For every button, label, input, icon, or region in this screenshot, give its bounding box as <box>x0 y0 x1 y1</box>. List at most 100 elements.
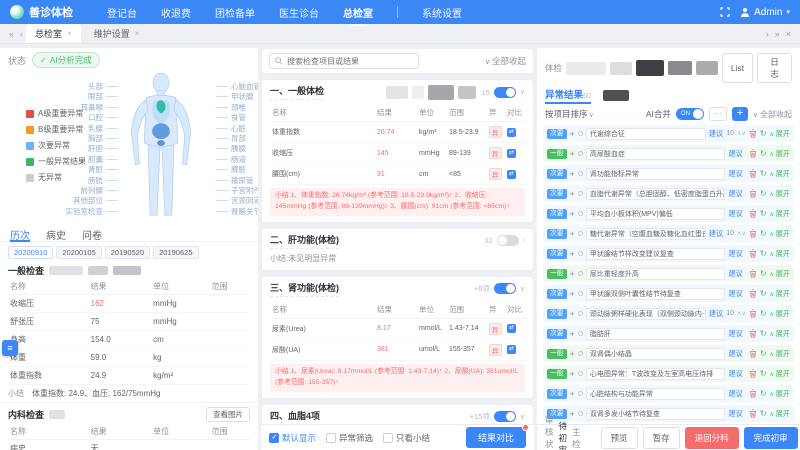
table-row[interactable]: 病史 无 <box>8 440 250 450</box>
expand-link[interactable]: 展开 <box>770 329 790 339</box>
table-row[interactable]: 身高 154.0 cm <box>8 331 250 349</box>
table-row[interactable]: 体重 59.0 kg <box>8 349 250 367</box>
add-icon[interactable] <box>570 249 575 259</box>
body-part-label[interactable]: 肠道 <box>216 155 258 165</box>
delete-icon[interactable] <box>749 149 757 158</box>
body-part-label[interactable]: 胰腺 <box>216 144 258 154</box>
section-title[interactable]: 四、血脂4项 <box>270 409 320 425</box>
drag-handle-icon[interactable] <box>578 411 583 416</box>
expand-link[interactable]: 展开 <box>770 149 790 159</box>
table-row[interactable]: 体重指数 24.9 kg/m² <box>8 367 250 385</box>
result-row[interactable]: 腰围(cm) 91 cm <85 异 <box>270 164 527 185</box>
tab-scroll-right-icon[interactable]: › <box>766 29 769 39</box>
refresh-icon[interactable] <box>760 229 767 238</box>
delete-icon[interactable] <box>749 169 757 178</box>
compare-icon[interactable] <box>507 324 516 333</box>
conclusion-row[interactable]: 一般 心电图异常：T波改变及左室高电压待排 建议 ∧∨ 展开 <box>543 365 794 382</box>
add-conclusion-button[interactable] <box>732 107 748 121</box>
caret-updown-icon[interactable]: ∧∨ <box>737 230 746 237</box>
delete-icon[interactable] <box>749 229 757 238</box>
caret-updown-icon[interactable]: ∧∨ <box>737 310 746 317</box>
refresh-icon[interactable] <box>760 189 767 198</box>
suggestion-link[interactable]: 建议 <box>728 389 742 399</box>
result-row[interactable]: 收缩压 145 mmHg 89-139 异 <box>270 143 527 164</box>
section-toggle[interactable] <box>494 87 516 98</box>
visit-date-tab[interactable]: 20190625 <box>153 246 198 259</box>
conclusion-row[interactable]: 次要 颈动脉粥样硬化表现（双侧颈动脉内-中膜增厚及斑块形成待查） 建议 10 ∧… <box>543 305 794 322</box>
refresh-icon[interactable] <box>760 149 767 158</box>
refresh-icon[interactable] <box>760 309 767 318</box>
filter-checkbox[interactable]: 只看小结 <box>383 432 430 444</box>
nav-item-settings[interactable]: 系统设置 <box>422 5 462 20</box>
body-part-label[interactable]: 前列腺 <box>0 186 118 196</box>
suggestion-link[interactable]: 建议 <box>728 269 742 279</box>
body-part-label[interactable]: 头部 <box>0 82 118 92</box>
body-part-label[interactable]: 甲状腺 <box>216 92 258 102</box>
table-row[interactable]: 收缩压 162 mmHg <box>8 295 250 313</box>
drag-handle-icon[interactable] <box>578 191 583 196</box>
list-view-button[interactable]: List <box>722 53 753 83</box>
workspace-tab[interactable]: 维护设置 × <box>85 24 149 43</box>
suggestion-link[interactable]: 建议 <box>728 349 742 359</box>
delete-icon[interactable] <box>749 129 757 138</box>
nav-item[interactable]: 登记台 <box>107 5 137 20</box>
delete-icon[interactable] <box>749 189 757 198</box>
drag-handle-icon[interactable] <box>578 271 583 276</box>
conclusion-text-input[interactable]: 糖代谢异常（空腹血糖及糖化血红蛋白升高） <box>586 228 706 240</box>
drag-handle-icon[interactable] <box>578 331 583 336</box>
add-icon[interactable] <box>570 349 575 359</box>
side-drawer-button[interactable] <box>2 340 18 356</box>
expand-link[interactable]: 展开 <box>770 289 790 299</box>
delete-icon[interactable] <box>749 269 757 278</box>
suggestion-link[interactable]: 建议 <box>728 409 742 419</box>
suggestion-link[interactable]: 建议 <box>728 249 742 259</box>
expand-link[interactable]: 展开 <box>770 309 790 319</box>
add-icon[interactable] <box>570 389 575 399</box>
add-icon[interactable] <box>570 129 575 139</box>
conclusion-text-input[interactable]: 甲状腺双侧叶囊性结节待复查 <box>586 288 726 300</box>
drag-handle-icon[interactable] <box>578 171 583 176</box>
suggestion-link[interactable]: 建议 <box>728 369 742 379</box>
chevron-right-icon[interactable]: › <box>523 237 525 244</box>
refresh-icon[interactable] <box>760 269 767 278</box>
conclusion-row[interactable]: 次要 血脂代谢异常（总胆固醇、低密度脂蛋白升高及高密度脂蛋白降低） 建议 ∧∨ … <box>543 185 794 202</box>
visit-date-tab[interactable]: 20200105 <box>56 246 101 259</box>
tab-abnormal-results[interactable]: 异常结果60 <box>545 87 591 104</box>
collapse-all-link[interactable]: 全部收起 <box>485 55 526 67</box>
log-button[interactable]: 日志 <box>757 53 792 83</box>
delete-icon[interactable] <box>749 389 757 398</box>
drag-handle-icon[interactable] <box>578 131 583 136</box>
filter-checkbox[interactable]: 默认显示 <box>269 432 316 444</box>
add-icon[interactable] <box>570 189 575 199</box>
suggestion-link[interactable]: 建议 <box>728 209 742 219</box>
body-part-label[interactable]: 输尿管 <box>216 176 258 186</box>
section-toggle[interactable] <box>497 235 519 246</box>
body-part-label[interactable]: 乳腺 <box>0 124 118 134</box>
add-icon[interactable] <box>570 289 575 299</box>
body-part-label[interactable]: 其他部位 <box>0 196 118 206</box>
close-icon[interactable]: × <box>135 29 140 38</box>
drag-handle-icon[interactable] <box>578 311 583 316</box>
delete-icon[interactable] <box>749 409 757 418</box>
drag-handle-icon[interactable] <box>578 351 583 356</box>
refresh-icon[interactable] <box>760 329 767 338</box>
nav-item[interactable]: 团检备单 <box>215 5 255 20</box>
suggestion-link[interactable]: 建议 <box>728 169 742 179</box>
body-part-label[interactable]: 子宫附件 <box>216 186 258 196</box>
conclusion-row[interactable]: 次要 心脏结构与功能异常 建议 ∧∨ 展开 <box>543 385 794 402</box>
workspace-tab[interactable]: 总检室 × <box>26 24 81 43</box>
conclusion-text-input[interactable]: 血脂代谢异常（总胆固醇、低密度脂蛋白升高及高密度脂蛋白降低） <box>586 188 726 200</box>
tab-scroll-end-icon[interactable]: » <box>775 29 780 39</box>
result-row[interactable]: 尿酸(UA) 381 umol/L 155-357 异 <box>270 339 527 360</box>
result-row[interactable]: 体重指数 26.74 kg/m² 18.5-23.9 异 <box>270 122 527 143</box>
caret-updown-icon[interactable]: ∧∨ <box>737 130 746 137</box>
sort-dropdown[interactable]: 按项目排序 <box>545 108 594 120</box>
expand-link[interactable]: 展开 <box>770 129 790 139</box>
add-icon[interactable] <box>570 329 575 339</box>
body-part-label[interactable]: 肾脏 <box>0 165 118 175</box>
refresh-icon[interactable] <box>760 249 767 258</box>
search-input[interactable] <box>287 57 413 66</box>
body-part-label[interactable]: 胃部 <box>216 134 258 144</box>
suggestion-link[interactable]: 建议 <box>728 189 742 199</box>
suggestion-link[interactable]: 建议 <box>728 149 742 159</box>
